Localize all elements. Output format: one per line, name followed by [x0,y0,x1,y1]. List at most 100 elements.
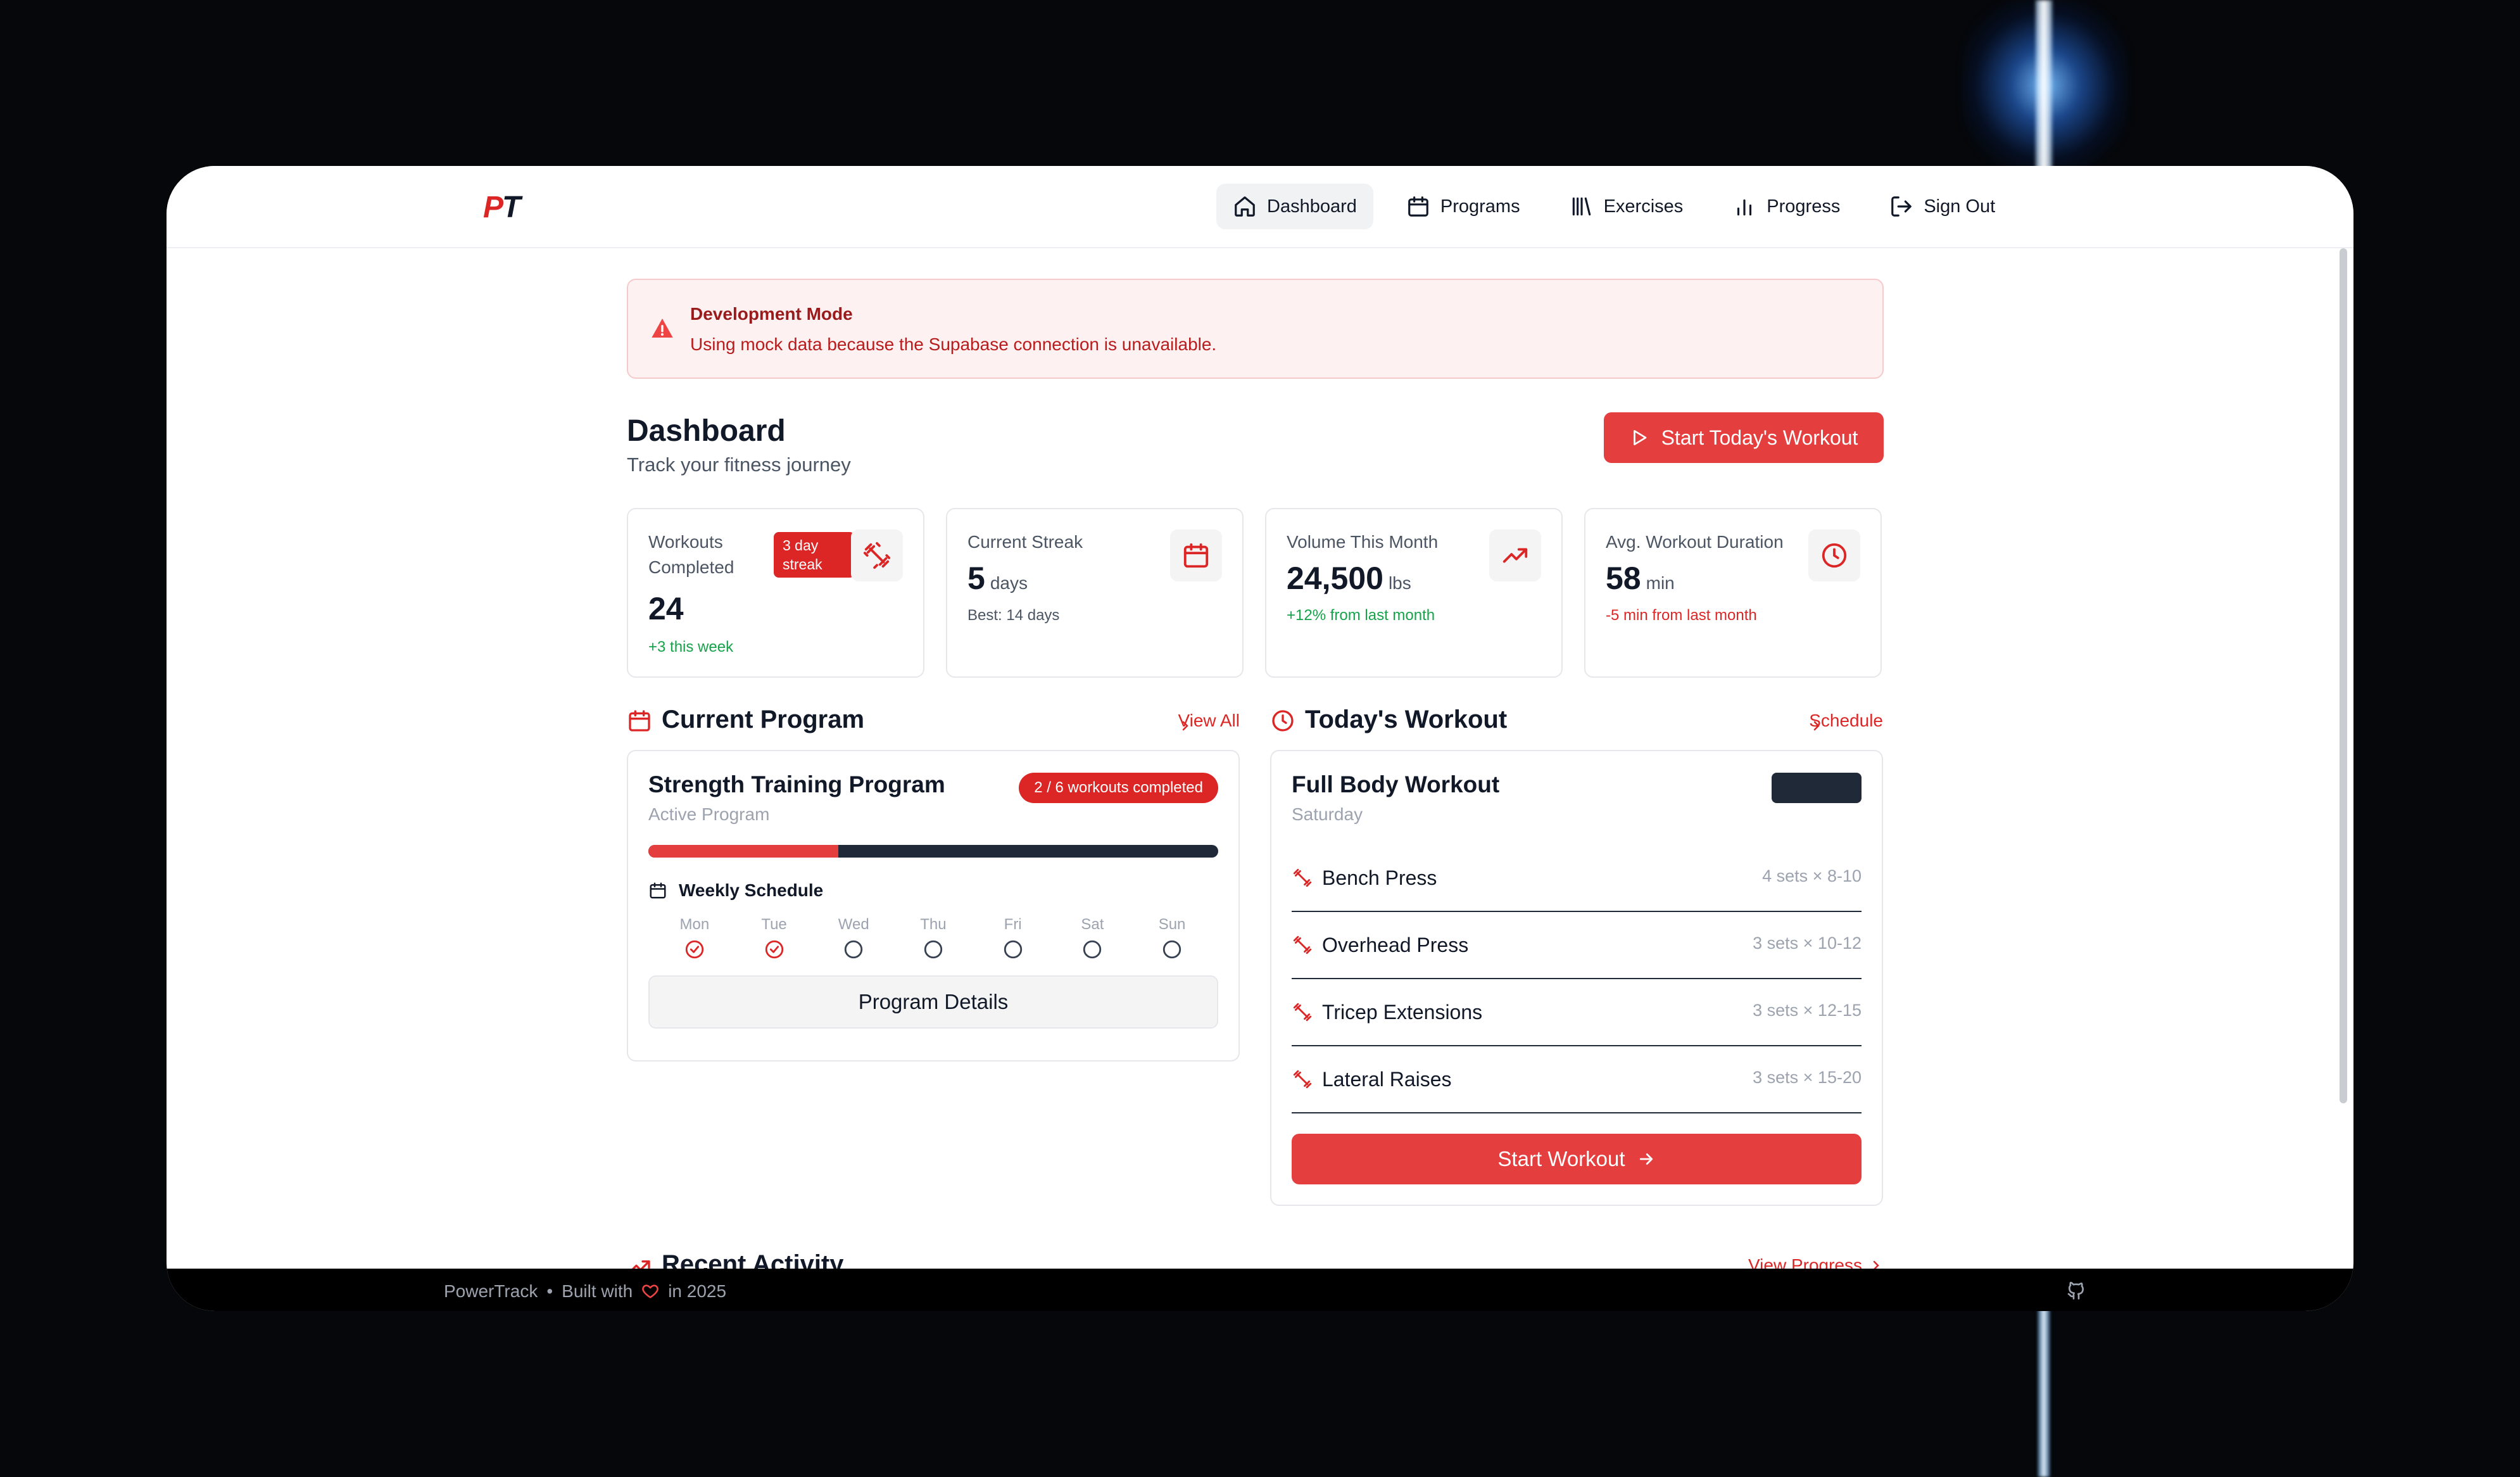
clock-icon [1272,710,1294,732]
dumbbell-icon [1293,1003,1312,1022]
start-todays-workout-button[interactable]: Start Today's Workout [1604,412,1884,463]
schedule-day: Thu [908,916,959,960]
logo-letter-p: P [483,191,503,224]
nav-sign-out-label: Sign Out [1924,196,1996,217]
weekly-schedule-days: Mon Tue Wed Thu Fri Sat Sun [648,916,1218,960]
stat-icon-box [1808,529,1860,581]
nav-programs[interactable]: Programs [1390,184,1537,229]
github-icon[interactable] [2066,1280,2086,1300]
footer-built-with: Built with [562,1281,633,1301]
footer-separator: • [546,1281,553,1301]
log-out-icon [1891,196,1912,217]
footer-year: in 2025 [668,1281,727,1301]
page-subtitle: Track your fitness journey [627,453,851,476]
exercise-name: Overhead Press [1322,933,1469,956]
stat-card-duration: Avg. Workout Duration 58 min -5 min from … [1584,508,1882,678]
circle-icon [1162,940,1181,959]
scrollbar[interactable] [2340,248,2347,1103]
section-title: Today's Workout [1305,706,1508,733]
schedule-day: Tue [749,916,800,960]
stat-label: Volume This Month [1287,532,1439,552]
dev-mode-alert: Development Mode Using mock data because… [627,279,1884,379]
nav-sign-out[interactable]: Sign Out [1873,184,2012,229]
view-all-link[interactable]: View All [1178,711,1240,731]
exercise-row[interactable]: Lateral Raises 3 sets × 15-20 [1292,1046,1862,1113]
program-progress-fill [648,845,838,858]
stat-card-volume: Volume This Month 24,500 lbs +12% from la… [1265,508,1563,678]
todays-workout-section: Today's Workout Schedule Full Body Worko… [1270,700,1883,1206]
circle-icon [1004,940,1022,959]
dumbbell-icon [863,542,891,569]
stat-card-streak: Current Streak 5 days Best: 14 days [946,508,1244,678]
bar-chart-icon [1737,199,1752,216]
schedule-day-label: Fri [1004,916,1022,933]
stat-note: -5 min from last month [1606,607,1757,624]
program-details-button[interactable]: Program Details [648,975,1218,1029]
schedule-day: Mon [669,916,720,960]
stat-value-number: 58 [1606,561,1641,596]
workout-card: Full Body Workout Saturday Bench Press 4… [1270,750,1883,1206]
start-todays-workout-label: Start Today's Workout [1661,426,1858,449]
background-light-beam [2036,0,2052,171]
logo[interactable]: PT [483,190,520,225]
clock-icon [1822,543,1847,568]
program-card: Strength Training Program Active Program… [627,750,1240,1062]
start-workout-button[interactable]: Start Workout [1292,1134,1862,1184]
workout-status-pill [1772,773,1862,803]
section-title: Current Program [662,706,865,733]
schedule-day-label: Sat [1081,916,1104,933]
warning-icon [652,319,673,338]
calendar-icon [1408,196,1428,217]
footer-brand: PowerTrack [444,1281,538,1301]
nav-exercises[interactable]: Exercises [1553,184,1700,229]
dumbbell-icon [1293,1070,1312,1089]
stat-icon-box [1489,529,1541,581]
current-program-section: Current Program View All Strength Traini… [627,700,1240,1206]
calendar-icon [629,710,650,732]
library-icon [1572,197,1591,216]
weekly-schedule-title: Weekly Schedule [679,880,824,900]
stat-label: Avg. Workout Duration [1606,532,1784,552]
schedule-day: Fri [988,916,1038,960]
stat-note: Best: 14 days [967,607,1060,624]
schedule-day-label: Thu [920,916,947,933]
nav-progress[interactable]: Progress [1716,184,1856,229]
exercise-row[interactable]: Tricep Extensions 3 sets × 12-15 [1292,979,1862,1046]
workouts-completed-badge: 2 / 6 workouts completed [1019,773,1218,803]
stat-label: Workouts Completed [648,532,734,577]
schedule-day: Wed [828,916,879,960]
alert-title: Development Mode [690,304,853,324]
exercise-name: Bench Press [1322,866,1437,889]
chevron-right-icon [1813,721,1820,731]
dumbbell-icon [1293,935,1312,954]
calendar-icon [650,882,666,899]
schedule-day-label: Mon [679,916,710,933]
page-title: Dashboard [627,414,786,448]
exercise-sets: 3 sets × 10-12 [1753,934,1862,953]
home-icon [1235,196,1255,217]
program-progress-bar [648,845,1218,858]
nav-dashboard[interactable]: Dashboard [1216,184,1373,229]
nav-programs-label: Programs [1440,196,1520,217]
stats-row: Workouts Completed 3 day streak 24 +3 th… [627,508,1884,678]
stat-unit: days [990,573,1028,593]
footer-text: PowerTrack • Built with in 2025 [444,1281,726,1302]
exercise-row[interactable]: Bench Press 4 sets × 8-10 [1292,845,1862,912]
exercise-list: Bench Press 4 sets × 8-10 Overhead Press… [1292,845,1862,1113]
main-columns: Current Program View All Strength Traini… [627,700,1884,1206]
circle-icon [845,940,863,959]
stat-value-number: 5 [967,561,985,596]
chevron-right-icon [1183,721,1189,731]
exercise-row[interactable]: Overhead Press 3 sets × 10-12 [1292,912,1862,979]
top-nav: PT Dashboard Programs Exercises Progress… [167,166,2353,248]
stat-note: +3 this week [648,638,734,656]
stat-icon-box [851,529,903,581]
circle-icon [924,940,943,959]
stat-value-number: 24,500 [1287,561,1383,596]
nav-progress-label: Progress [1767,196,1841,217]
play-icon [1633,430,1646,445]
circle-icon [1083,940,1102,959]
schedule-link[interactable]: Schedule [1809,711,1883,731]
streak-badge: 3 day streak [774,532,855,578]
schedule-day-label: Sun [1158,916,1186,933]
